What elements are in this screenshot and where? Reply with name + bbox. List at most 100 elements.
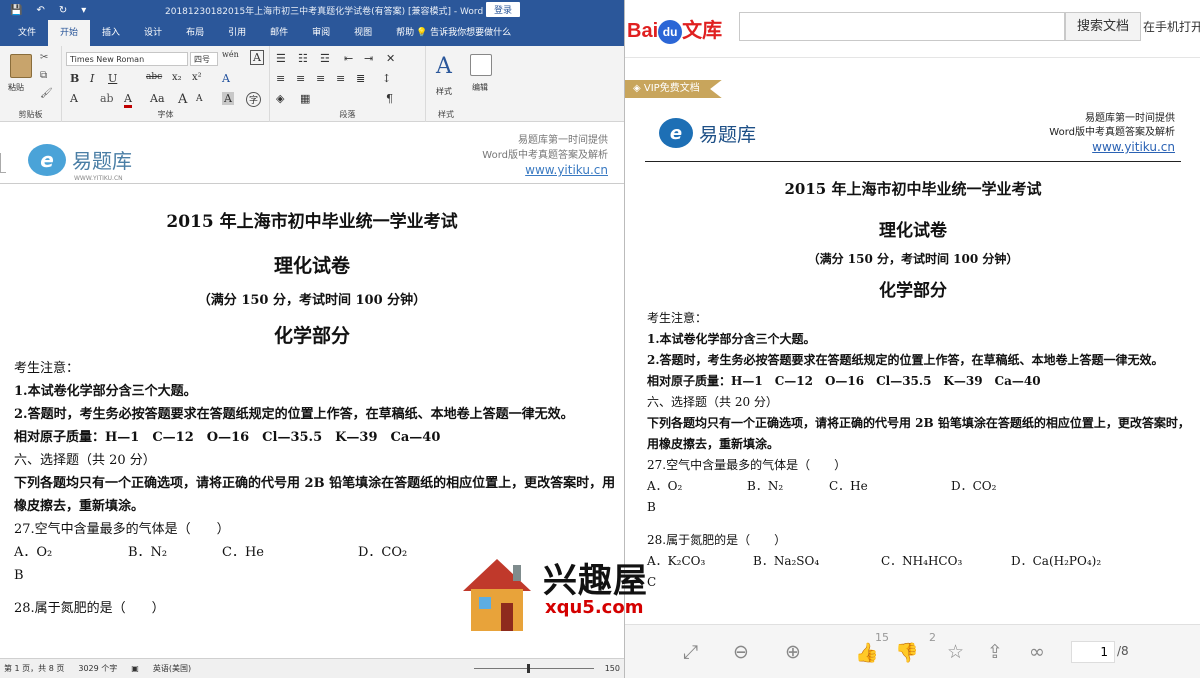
word-titlebar: 💾 ↶ ↻ ▾ 20181230182015年上海市初三中考真题化学试卷(有答案…	[0, 0, 624, 20]
tab-design[interactable]: 设计	[132, 20, 174, 46]
question-27: 27.空气中含量最多的气体是（ ）	[647, 458, 847, 472]
q28-option-a: A．K₂CO₃	[647, 554, 706, 568]
open-on-phone-link[interactable]: 在手机打开	[1143, 18, 1200, 35]
bullets-icon[interactable]: ☰	[276, 52, 286, 65]
customize-icon[interactable]: ▾	[81, 5, 86, 16]
bold-icon[interactable]: B	[70, 72, 79, 85]
shrink-font-icon[interactable]: A	[196, 94, 203, 104]
borders-icon[interactable]: ▦	[300, 92, 310, 105]
grow-font-icon[interactable]: A	[178, 92, 187, 107]
search-button[interactable]: 搜索文档	[1065, 12, 1141, 41]
shading-icon[interactable]: ◈	[276, 92, 284, 105]
increase-indent-icon[interactable]: ⇥	[364, 52, 373, 65]
like-count: 15	[875, 631, 889, 644]
tab-home[interactable]: 开始	[48, 20, 91, 46]
strikethrough-icon[interactable]: abc	[146, 72, 162, 82]
line-spacing-icon[interactable]: ↕	[382, 72, 391, 85]
tab-view[interactable]: 视图	[342, 20, 384, 46]
save-icon[interactable]: 💾	[10, 5, 22, 16]
tell-me-box[interactable]: 💡 告诉我你想要做什么	[416, 20, 511, 46]
baidu-wenku-logo[interactable]: Bai du 文库	[627, 14, 722, 44]
ribbon-tabs: 文件 开始 插入 设计 布局 引用 邮件 审阅 视图 帮助 💡 告诉我你想要做什…	[0, 20, 624, 46]
search-input[interactable]	[739, 12, 1065, 41]
language-status[interactable]: 英语(美国)	[153, 663, 191, 674]
font-name-select[interactable]: Times New Roman	[66, 52, 188, 66]
zoom-knob[interactable]	[527, 664, 530, 673]
paragraph-group-label: 段落	[339, 110, 356, 119]
page-number-input[interactable]: 1	[1071, 641, 1115, 663]
zoom-out-icon[interactable]: ⊖	[733, 641, 749, 663]
font-color-icon[interactable]: A	[124, 92, 132, 108]
subscript-icon[interactable]: x₂	[172, 72, 182, 83]
notice-1: 1.本试卷化学部分含三个大题。	[647, 332, 816, 346]
format-painter-icon[interactable]: 🖌	[40, 88, 53, 99]
exam-title: 2015 年上海市初中毕业统一学业考试	[784, 180, 1042, 198]
clipboard-group: 粘贴 ✂ ⧉ 🖌 剪贴板	[0, 46, 62, 122]
tab-review[interactable]: 审阅	[300, 20, 342, 46]
q27-option-d: D．CO₂	[951, 479, 997, 493]
score-line: （满分 150 分，考试时间 100 分钟）	[807, 252, 1019, 266]
share-icon[interactable]: ⇪	[987, 641, 1003, 663]
multilevel-list-icon[interactable]: ☲	[320, 52, 330, 65]
clear-format-icon[interactable]: A	[222, 72, 230, 85]
zoom-level[interactable]: 150	[605, 664, 620, 673]
font-group-label: 字体	[157, 110, 174, 119]
show-marks-icon[interactable]: ¶	[386, 92, 393, 105]
enclose-char-icon[interactable]: 字	[246, 92, 262, 107]
login-button[interactable]: 登录	[486, 2, 521, 17]
tab-mailings[interactable]: 邮件	[258, 20, 300, 46]
promo-link[interactable]: www.yitiku.cn	[525, 163, 608, 177]
promo-link[interactable]: www.yitiku.cn	[1092, 140, 1175, 154]
link-icon[interactable]: ∞	[1029, 641, 1045, 663]
q27-option-c: C．He	[222, 545, 264, 560]
zoom-slider[interactable]	[474, 668, 594, 669]
editing-icon[interactable]	[470, 54, 492, 76]
justify-icon[interactable]: ≡	[336, 72, 345, 85]
proofing-icon[interactable]: ▣	[131, 664, 139, 673]
align-right-icon[interactable]: ≡	[316, 72, 325, 85]
char-border-icon[interactable]: A	[250, 50, 264, 65]
align-left-icon[interactable]: ≡	[276, 72, 285, 85]
fullscreen-icon[interactable]: ⤢	[683, 641, 698, 663]
zoom-in-icon[interactable]: ⊕	[785, 641, 801, 663]
paste-icon[interactable]	[10, 54, 32, 78]
yitiku-promo: 易题库第一时间提供 Word版中考真题答案及解析 www.yitiku.cn	[482, 133, 608, 179]
tab-references[interactable]: 引用	[216, 20, 258, 46]
copy-icon[interactable]: ⧉	[40, 70, 47, 81]
font-group: Times New Roman 四号 wén A B I U abc x₂ x²…	[62, 46, 270, 122]
change-case-icon[interactable]: Aa	[150, 92, 165, 105]
yitiku-logo: e 易题库 WWW.YITIKU.CN	[28, 137, 132, 182]
distributed-icon[interactable]: ≣	[356, 72, 365, 85]
yitiku-logo-text: 易题库	[72, 149, 132, 173]
char-shading-icon[interactable]: A	[222, 92, 234, 105]
dislike-icon[interactable]: 👎	[895, 641, 919, 664]
chinese-layout-icon[interactable]: ✕	[386, 52, 395, 65]
redo-icon[interactable]: ↻	[59, 5, 67, 16]
underline-icon[interactable]: U	[108, 72, 117, 85]
yitiku-promo: 易题库第一时间提供 Word版中考真题答案及解析 www.yitiku.cn	[1049, 112, 1175, 156]
promo-line2: Word版中考真题答案及解析	[482, 150, 608, 161]
text-effect-icon[interactable]: A	[70, 92, 78, 105]
numbering-icon[interactable]: ☷	[298, 52, 308, 65]
font-size-select[interactable]: 四号	[190, 52, 218, 66]
decrease-indent-icon[interactable]: ⇤	[344, 52, 353, 65]
italic-icon[interactable]: I	[90, 72, 94, 85]
tab-layout[interactable]: 布局	[174, 20, 216, 46]
styles-icon[interactable]: A	[436, 54, 452, 79]
paste-label: 粘贴	[8, 83, 24, 92]
favorite-star-icon[interactable]: ☆	[947, 641, 964, 663]
word-count[interactable]: 3029 个字	[78, 663, 117, 674]
part6-instructions: 下列各题均只有一个正确选项，请将正确的代号用 2B 铅笔填涂在答题纸的相应位置上…	[647, 416, 1190, 451]
cut-icon[interactable]: ✂	[40, 52, 48, 63]
phonetic-guide-icon[interactable]: wén	[222, 50, 239, 59]
page-info[interactable]: 第 1 页，共 8 页	[4, 663, 64, 674]
highlight-icon[interactable]: ab	[100, 92, 114, 105]
q27-option-a: A．O₂	[14, 545, 53, 560]
superscript-icon[interactable]: x²	[192, 72, 202, 83]
undo-icon[interactable]: ↶	[36, 5, 44, 16]
like-icon[interactable]: 👍	[855, 641, 879, 664]
align-center-icon[interactable]: ≡	[296, 72, 305, 85]
notice-heading: 考生注意：	[14, 361, 80, 376]
tab-insert[interactable]: 插入	[90, 20, 132, 46]
tab-file[interactable]: 文件	[6, 20, 48, 46]
